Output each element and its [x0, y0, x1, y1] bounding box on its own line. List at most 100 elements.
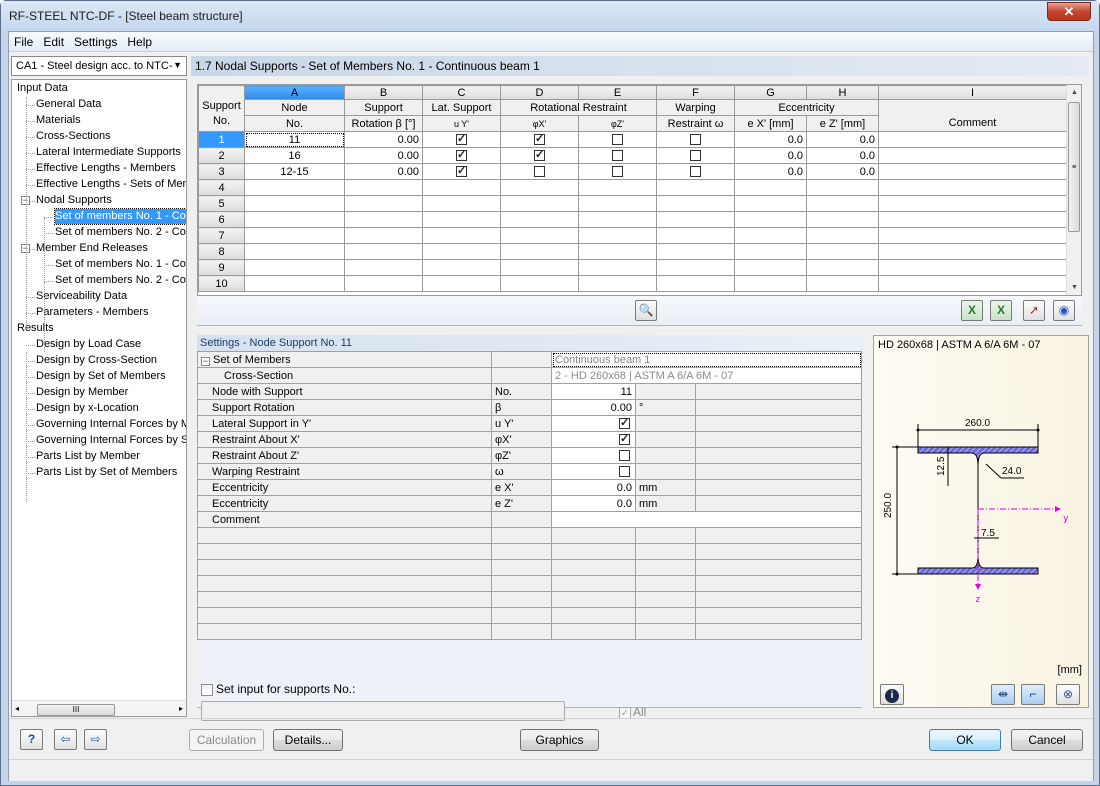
- reset-view-button[interactable]: ⊗: [1056, 684, 1080, 705]
- cell-lat-support[interactable]: [422, 147, 501, 164]
- design-case-select[interactable]: CA1 - Steel design acc. to NTC- ▼: [11, 56, 187, 76]
- checkbox[interactable]: [456, 133, 467, 146]
- tree-item[interactable]: Cross-Sections: [36, 129, 111, 144]
- export-excel-button[interactable]: X: [961, 300, 983, 321]
- cell-comment[interactable]: [878, 195, 1067, 212]
- cell-lat-support[interactable]: [422, 211, 501, 228]
- checkbox[interactable]: [690, 166, 701, 178]
- cell-warping[interactable]: [656, 147, 735, 164]
- cell-comment[interactable]: [878, 179, 1067, 196]
- checkbox[interactable]: [612, 150, 623, 162]
- cell-lat-support[interactable]: [422, 195, 501, 212]
- cell-phiz[interactable]: [578, 195, 657, 212]
- tree-item[interactable]: Set of members No. 2 - Continuous beam 2: [55, 225, 186, 240]
- checkbox[interactable]: [690, 134, 701, 146]
- cell-rotation[interactable]: [344, 259, 423, 276]
- cell-phiz[interactable]: [578, 211, 657, 228]
- row-number[interactable]: 7: [198, 227, 245, 244]
- cell-node[interactable]: [244, 275, 345, 292]
- tree-item[interactable]: Design by Load Case: [36, 337, 141, 352]
- view-button[interactable]: ◉: [1053, 300, 1075, 321]
- collapse-icon[interactable]: −: [201, 356, 210, 366]
- row-number[interactable]: 6: [198, 211, 245, 228]
- tree-item[interactable]: General Data: [36, 97, 101, 112]
- tree-item[interactable]: Nodal Supports: [36, 193, 112, 208]
- graphics-button[interactable]: Graphics: [520, 729, 599, 751]
- cell-ex[interactable]: [734, 211, 807, 228]
- tree-item[interactable]: Parts List by Set of Members: [36, 465, 177, 480]
- cell-rotation[interactable]: [344, 195, 423, 212]
- cell-phix[interactable]: [500, 179, 579, 196]
- cell-comment[interactable]: [878, 131, 1067, 148]
- import-excel-button[interactable]: X: [990, 300, 1012, 321]
- cell-warping[interactable]: [656, 163, 735, 180]
- scroll-right-icon[interactable]: ▸: [179, 704, 183, 713]
- cell-ez[interactable]: [806, 243, 879, 260]
- cell-ez[interactable]: [806, 211, 879, 228]
- cell-comment[interactable]: [878, 147, 1067, 164]
- cell-node[interactable]: [244, 211, 345, 228]
- cell-comment[interactable]: [878, 243, 1067, 260]
- cell-node[interactable]: 12-15: [244, 163, 345, 180]
- setting-value[interactable]: Continuous beam 1: [551, 351, 862, 368]
- cell-lat-support[interactable]: [422, 259, 501, 276]
- col-letter-h[interactable]: H: [806, 85, 879, 100]
- cell-ex[interactable]: [734, 227, 807, 244]
- cell-ez[interactable]: 0.0: [806, 163, 879, 180]
- cell-rotation[interactable]: [344, 179, 423, 196]
- tree-item[interactable]: Governing Internal Forces by Member: [36, 417, 186, 432]
- all-option[interactable]: ✓ All: [619, 705, 646, 719]
- cell-ex[interactable]: [734, 275, 807, 292]
- tree-item[interactable]: Member End Releases: [36, 241, 148, 256]
- checkbox[interactable]: [619, 433, 630, 446]
- help-button[interactable]: ?: [20, 729, 43, 750]
- scroll-left-icon[interactable]: ◂: [15, 704, 19, 713]
- scroll-thumb[interactable]: III: [37, 704, 115, 716]
- cell-ex[interactable]: 0.0: [734, 147, 807, 164]
- cell-rotation[interactable]: [344, 243, 423, 260]
- cell-comment[interactable]: [878, 259, 1067, 276]
- cell-node[interactable]: [244, 179, 345, 196]
- axes-toggle-button[interactable]: ⌐: [1021, 684, 1045, 705]
- cell-warping[interactable]: [656, 227, 735, 244]
- set-input-checkbox[interactable]: [201, 683, 213, 696]
- tree-item[interactable]: Materials: [36, 113, 81, 128]
- cell-phix[interactable]: [500, 243, 579, 260]
- cell-rotation[interactable]: [344, 227, 423, 244]
- cell-phix[interactable]: [500, 227, 579, 244]
- tree-item[interactable]: Design by x-Location: [36, 401, 139, 416]
- cell-ex[interactable]: 0.0: [734, 163, 807, 180]
- setting-value[interactable]: 0.0: [551, 495, 636, 512]
- cell-lat-support[interactable]: [422, 243, 501, 260]
- cancel-button[interactable]: Cancel: [1011, 729, 1083, 751]
- tree-item[interactable]: Parameters - Members: [36, 305, 148, 320]
- setting-value[interactable]: [551, 431, 636, 448]
- cell-rotation[interactable]: 0.00: [344, 131, 423, 148]
- checkbox[interactable]: [619, 417, 630, 430]
- setting-value[interactable]: [551, 511, 862, 528]
- checkbox[interactable]: [619, 450, 630, 462]
- cell-phiz[interactable]: [578, 147, 657, 164]
- cell-warping[interactable]: [656, 211, 735, 228]
- cell-comment[interactable]: [878, 163, 1067, 180]
- cell-phix[interactable]: [500, 211, 579, 228]
- checkbox[interactable]: [534, 166, 545, 178]
- setting-value[interactable]: 2 - HD 260x68 | ASTM A 6/A 6M - 07: [551, 367, 862, 384]
- cell-phix[interactable]: [500, 275, 579, 292]
- tree-item[interactable]: Results: [17, 321, 54, 336]
- col-letter-g[interactable]: G: [734, 85, 807, 100]
- setting-value[interactable]: [551, 463, 636, 480]
- cell-lat-support[interactable]: [422, 275, 501, 292]
- tree-item[interactable]: Set of members No. 1 - Continuous beam 1: [54, 208, 186, 225]
- col-letter-a[interactable]: A: [244, 85, 345, 100]
- checkbox[interactable]: [619, 466, 630, 478]
- checkbox[interactable]: [612, 166, 623, 178]
- checkbox[interactable]: [690, 150, 701, 162]
- cell-ex[interactable]: [734, 243, 807, 260]
- cell-ex[interactable]: [734, 259, 807, 276]
- cell-warping[interactable]: [656, 195, 735, 212]
- row-number[interactable]: 5: [198, 195, 245, 212]
- setting-value[interactable]: 11: [551, 383, 636, 400]
- cell-warping[interactable]: [656, 259, 735, 276]
- tree-horizontal-scrollbar[interactable]: ◂ III ▸: [12, 700, 186, 716]
